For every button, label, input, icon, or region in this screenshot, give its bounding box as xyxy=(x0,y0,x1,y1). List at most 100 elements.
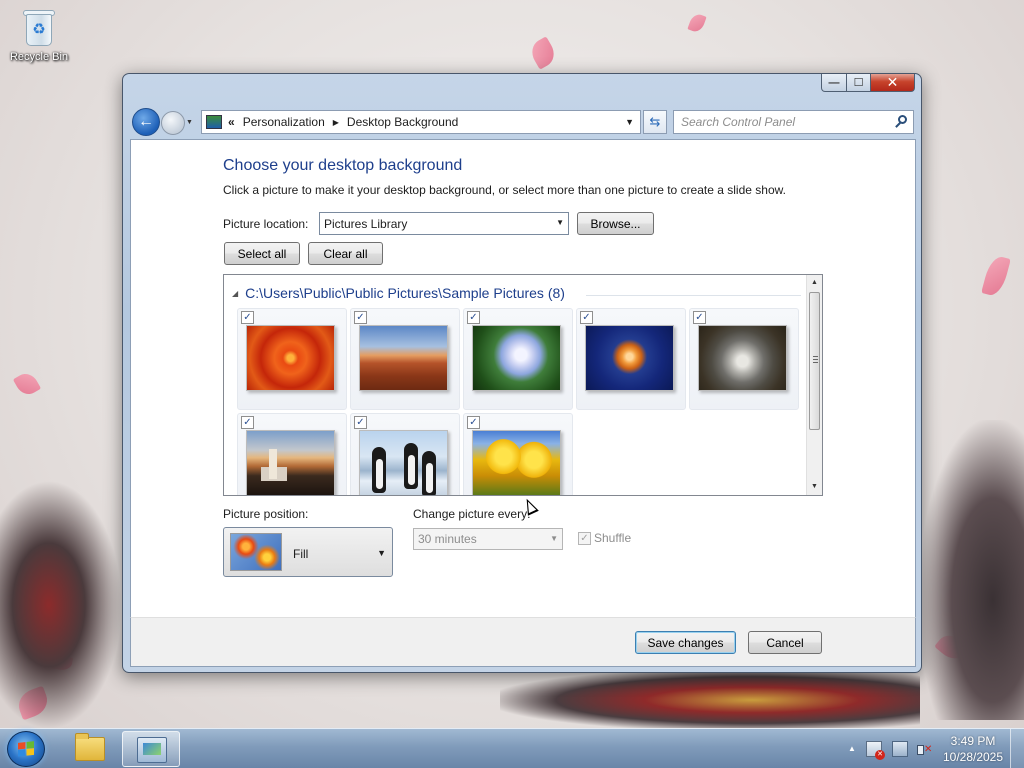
picture-tile-lighthouse[interactable]: ✓ xyxy=(237,413,347,495)
control-panel-icon xyxy=(206,115,222,129)
folder-icon xyxy=(75,733,105,761)
search-placeholder: Search Control Panel xyxy=(681,115,796,129)
minimize-button[interactable]: — xyxy=(821,74,847,92)
picture-position-label: Picture position: xyxy=(223,507,309,521)
navigation-bar: ← ▼ « Personalization ▶ Desktop Backgrou… xyxy=(131,107,914,136)
address-dropdown-icon[interactable]: ▼ xyxy=(625,117,634,127)
picture-checkbox[interactable]: ✓ xyxy=(354,311,367,324)
change-picture-interval-value: 30 minutes xyxy=(418,532,477,546)
chevron-down-icon: ▼ xyxy=(377,548,386,558)
clock-time: 3:49 PM xyxy=(950,734,996,748)
close-button[interactable]: ✕ xyxy=(871,74,915,92)
change-picture-interval-select[interactable]: 30 minutes ▼ xyxy=(413,528,563,550)
picture-group-header[interactable]: ◢ C:\Users\Public\Public Pictures\Sample… xyxy=(232,285,565,301)
windows-logo-icon xyxy=(18,741,34,757)
breadcrumb-desktop-background[interactable]: Desktop Background xyxy=(347,115,458,129)
browse-button[interactable]: Browse... xyxy=(577,212,654,235)
jellyfish-thumbnail xyxy=(585,325,674,391)
recycle-bin-desktop-icon[interactable]: ♻ Recycle Bin xyxy=(6,6,72,63)
chevron-down-icon: ▼ xyxy=(550,534,558,543)
save-changes-button[interactable]: Save changes xyxy=(635,631,736,654)
picture-checkbox[interactable]: ✓ xyxy=(693,311,706,324)
picture-checkbox[interactable]: ✓ xyxy=(354,416,367,429)
volume-muted-icon[interactable] xyxy=(916,741,932,757)
taskbar: ▲ 3:49 PM 10/28/2025 xyxy=(0,728,1024,768)
picture-tile-koala[interactable]: ✓ xyxy=(689,308,799,410)
chevron-down-icon: ▼ xyxy=(556,218,564,227)
clear-all-button[interactable]: Clear all xyxy=(308,242,383,265)
picture-checkbox[interactable]: ✓ xyxy=(241,311,254,324)
koala-thumbnail xyxy=(698,325,787,391)
hydrangeas-thumbnail xyxy=(472,325,561,391)
desert-thumbnail xyxy=(359,325,448,391)
content-pane: Choose your desktop background Click a p… xyxy=(130,139,916,617)
picture-position-select[interactable]: Fill ▼ xyxy=(223,527,393,577)
picture-location-label: Picture location: xyxy=(223,217,309,231)
taskbar-control-panel-button[interactable] xyxy=(122,731,180,767)
network-icon[interactable] xyxy=(892,741,908,757)
back-button[interactable]: ← xyxy=(132,108,160,136)
shuffle-label: Shuffle xyxy=(594,531,632,545)
show-desktop-button[interactable] xyxy=(1010,729,1024,768)
refresh-button[interactable]: ⇆ xyxy=(643,110,667,134)
dialog-footer: Save changes Cancel xyxy=(130,617,916,667)
control-panel-icon xyxy=(137,737,167,763)
search-icon[interactable] xyxy=(894,115,908,129)
taskbar-explorer-button[interactable] xyxy=(61,731,119,767)
forward-button[interactable] xyxy=(161,111,185,135)
wallpaper-petal xyxy=(981,254,1011,298)
picture-position-value: Fill xyxy=(293,547,309,561)
clock-date: 10/28/2025 xyxy=(942,750,1004,764)
refresh-icon: ⇆ xyxy=(649,114,661,129)
wallpaper-figure xyxy=(920,420,1024,720)
select-all-button[interactable]: Select all xyxy=(224,242,300,265)
penguins-thumbnail xyxy=(359,430,448,495)
cancel-button[interactable]: Cancel xyxy=(748,631,822,654)
picture-checkbox[interactable]: ✓ xyxy=(467,311,480,324)
desktop-background-window: — ☐ ✕ ← ▼ « Personalization ▶ Desktop Ba… xyxy=(122,73,922,673)
maximize-button[interactable]: ☐ xyxy=(847,74,871,92)
wallpaper-petal xyxy=(12,369,42,399)
position-preview-thumbnail xyxy=(230,533,282,571)
search-input[interactable]: Search Control Panel xyxy=(673,110,914,134)
scrollbar-thumb[interactable] xyxy=(809,292,820,430)
picture-tile-tulips[interactable]: ✓ xyxy=(463,413,573,495)
picture-group-path: C:\Users\Public\Public Pictures\Sample P… xyxy=(245,285,565,301)
picture-tile-penguins[interactable]: ✓ xyxy=(350,413,460,495)
page-description: Click a picture to make it your desktop … xyxy=(223,183,786,197)
recent-pages-dropdown[interactable]: ▼ xyxy=(186,119,193,126)
group-divider xyxy=(586,295,801,296)
shuffle-checkbox[interactable]: ✓ Shuffle xyxy=(578,531,631,545)
picture-checkbox[interactable]: ✓ xyxy=(241,416,254,429)
page-title: Choose your desktop background xyxy=(223,157,463,174)
scroll-up-icon[interactable]: ▲ xyxy=(807,275,822,291)
recycle-bin-label: Recycle Bin xyxy=(9,51,69,63)
wallpaper-figure xyxy=(0,480,122,730)
back-arrow-icon: ← xyxy=(138,113,154,130)
picture-location-select[interactable]: Pictures Library ▼ xyxy=(319,212,569,235)
picture-tile-desert[interactable]: ✓ xyxy=(350,308,460,410)
action-center-icon[interactable] xyxy=(866,741,885,760)
scroll-down-icon[interactable]: ▼ xyxy=(807,479,822,495)
picture-list-scrollbar[interactable]: ▲ ▼ xyxy=(806,275,822,495)
breadcrumb-overflow[interactable]: « xyxy=(228,115,235,129)
picture-list[interactable]: ◢ C:\Users\Public\Public Pictures\Sample… xyxy=(223,274,823,496)
recycle-bin-icon: ♻ xyxy=(22,8,56,48)
breadcrumb-personalization[interactable]: Personalization xyxy=(243,115,325,129)
picture-tile-jellyfish[interactable]: ✓ xyxy=(576,308,686,410)
wallpaper-petal xyxy=(526,36,560,70)
system-clock[interactable]: 3:49 PM 10/28/2025 xyxy=(940,733,1006,765)
breadcrumb-separator-icon[interactable]: ▶ xyxy=(333,118,339,127)
picture-tile-hydrangeas[interactable]: ✓ xyxy=(463,308,573,410)
collapse-icon[interactable]: ◢ xyxy=(232,289,238,298)
picture-tile-chrysanthemum[interactable]: ✓ xyxy=(237,308,347,410)
chrysanthemum-thumbnail xyxy=(246,325,335,391)
picture-checkbox[interactable]: ✓ xyxy=(580,311,593,324)
picture-checkbox[interactable]: ✓ xyxy=(467,416,480,429)
wallpaper-figure xyxy=(500,670,920,730)
tulips-thumbnail xyxy=(472,430,561,495)
show-hidden-icons-button[interactable]: ▲ xyxy=(848,744,856,753)
wallpaper-petal xyxy=(687,12,707,34)
address-bar[interactable]: « Personalization ▶ Desktop Background ▼ xyxy=(201,110,641,134)
start-button[interactable] xyxy=(7,731,45,767)
